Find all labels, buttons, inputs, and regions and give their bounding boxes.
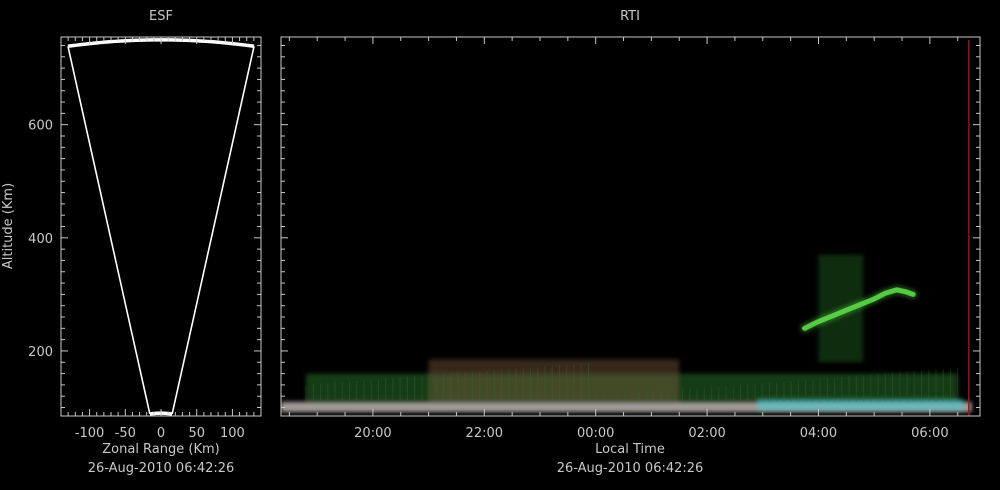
rti-x-tick-label: 20:00: [354, 426, 391, 441]
esf-y-tick-label: 600: [28, 119, 53, 134]
esf-x-tick-label: 0: [157, 426, 165, 441]
figure: ESF -100 -50 0 50 100 200 400 600 Zonal Range …: [1, 9, 981, 476]
esf-x-label: Zonal Range (Km): [102, 442, 219, 457]
rti-x-tick-label: 02:00: [688, 426, 725, 441]
rti-panel: RTI 20:00 22:00 00:00 02:00 04:00 06:00 Local…: [280, 9, 981, 476]
esf-y-label: Altitude (Km): [1, 183, 16, 269]
esf-x-tick-label: -50: [115, 426, 136, 441]
esf-y-axis: 200 400 600: [28, 44, 261, 409]
rti-echo-region: [428, 359, 680, 402]
esf-beam-outline: [67, 38, 255, 416]
esf-x-tick-label: -100: [75, 426, 105, 441]
esf-plot-frame: [60, 36, 262, 417]
rti-footer: 26-Aug-2010 06:42:26: [557, 461, 704, 476]
rti-title: RTI: [620, 9, 640, 24]
esf-title: ESF: [149, 9, 173, 24]
rti-x-label: Local Time: [595, 442, 665, 457]
esf-x-axis: -100 -50 0 50 100: [67, 37, 255, 441]
rti-x-tick-label: 00:00: [577, 426, 614, 441]
esf-y-tick-label: 400: [28, 232, 53, 247]
esf-y-tick-label: 200: [28, 345, 53, 360]
rti-x-tick-label: 06:00: [911, 426, 948, 441]
esf-beam-right-edge: [171, 46, 255, 415]
esf-footer: 26-Aug-2010 06:42:26: [88, 461, 235, 476]
esf-x-tick-label: 50: [188, 426, 205, 441]
esf-panel: ESF -100 -50 0 50 100 200 400 600 Zonal Range …: [1, 9, 262, 476]
esf-beam-left-edge: [67, 46, 151, 415]
rti-plot-background: [281, 37, 980, 416]
rti-x-tick-label: 04:00: [800, 426, 837, 441]
rti-echo-region: [757, 399, 964, 411]
rti-x-tick-label: 22:00: [466, 426, 503, 441]
esf-x-tick-label: 100: [220, 426, 245, 441]
